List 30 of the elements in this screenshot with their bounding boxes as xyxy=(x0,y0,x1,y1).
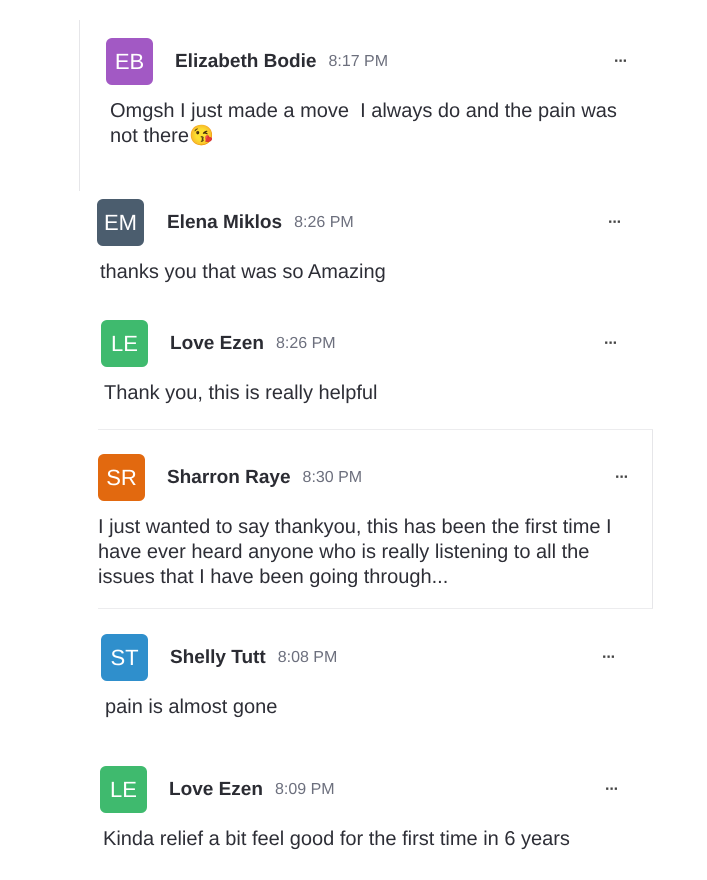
sender-name: Sharron Raye xyxy=(167,466,291,488)
message-time: 8:30 PM xyxy=(302,468,362,486)
message-text: Omgsh I just made a move I always do and the pain was not there😘 xyxy=(109,99,618,149)
avatar: EB xyxy=(106,38,153,85)
message-text: thanks you that was so Amazing xyxy=(99,260,387,285)
message-text: pain is almost gone xyxy=(104,695,278,720)
avatar: SR xyxy=(98,454,145,501)
sender-name: Elena Miklos xyxy=(167,212,282,234)
sender-name: Elizabeth Bodie xyxy=(175,50,316,72)
more-options-button[interactable]: ··· xyxy=(602,648,615,666)
message-text: I just wanted to say thankyou, this has been the first time I have ever heard anyone who is really listening to all the issues that I have been going through... xyxy=(98,515,613,590)
more-options-button[interactable]: ··· xyxy=(608,214,621,232)
message-time: 8:26 PM xyxy=(294,214,354,232)
message-time: 8:08 PM xyxy=(278,648,338,666)
more-options-button[interactable]: ··· xyxy=(615,468,628,486)
sender-name: Shelly Tutt xyxy=(170,646,266,668)
message-time: 8:17 PM xyxy=(328,52,388,70)
sender-name: Love Ezen xyxy=(169,778,263,800)
message-text: Kinda relief a bit feel good for the first time in 6 years xyxy=(102,827,571,852)
avatar: LE xyxy=(100,766,147,813)
message-text: Thank you, this is really helpful xyxy=(103,381,378,406)
avatar: EM xyxy=(97,199,144,246)
sender-name: Love Ezen xyxy=(170,332,264,354)
message-time: 8:09 PM xyxy=(274,780,335,798)
avatar: LE xyxy=(101,320,148,367)
avatar: ST xyxy=(101,634,148,681)
more-options-button[interactable]: ··· xyxy=(604,334,617,352)
message-time: 8:26 PM xyxy=(276,334,336,352)
more-options-button[interactable]: ··· xyxy=(605,780,618,798)
more-options-button[interactable]: ··· xyxy=(614,52,627,70)
